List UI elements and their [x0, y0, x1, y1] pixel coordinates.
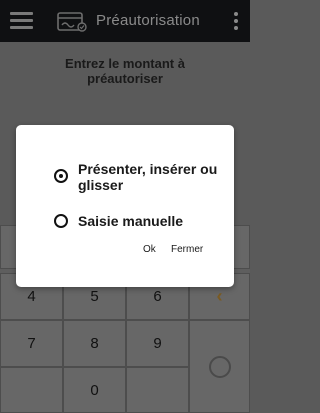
backspace-chevron-icon: ‹ [216, 286, 223, 306]
app-bar: Préautorisation [0, 0, 250, 42]
radio-manual-entry[interactable] [54, 214, 68, 228]
close-button[interactable]: Fermer [171, 244, 203, 255]
ok-button[interactable]: Ok [143, 244, 156, 255]
more-dot [234, 12, 238, 16]
keypad-key-8[interactable]: 8 [63, 320, 126, 367]
option-label-present-insert-swipe[interactable]: Présenter, insérer ou glisser [78, 161, 228, 193]
entry-method-dialog: Présenter, insérer ou glisser Saisie man… [16, 125, 234, 287]
radio-selected-dot [59, 174, 63, 178]
more-dot [234, 19, 238, 23]
keypad-key-blank[interactable] [0, 367, 63, 413]
confirm-button[interactable] [189, 320, 250, 413]
more-vertical-icon[interactable] [233, 12, 239, 32]
amount-prompt: Entrez le montant à préautoriser [65, 56, 185, 86]
menu-bar [10, 19, 33, 22]
hamburger-menu-icon[interactable] [10, 10, 34, 32]
radio-present-insert-swipe[interactable] [54, 169, 68, 183]
menu-bar [10, 12, 33, 15]
menu-bar [10, 26, 33, 29]
card-icon [57, 12, 87, 32]
keypad-key-0[interactable]: 0 [63, 367, 126, 413]
keypad-key-9[interactable]: 9 [126, 320, 189, 367]
keypad-key-7[interactable]: 7 [0, 320, 63, 367]
keypad-key-blank[interactable] [126, 367, 189, 413]
page-title: Préautorisation [96, 12, 200, 29]
more-dot [234, 26, 238, 30]
circle-icon [208, 355, 231, 378]
option-label-manual-entry[interactable]: Saisie manuelle [78, 213, 183, 229]
